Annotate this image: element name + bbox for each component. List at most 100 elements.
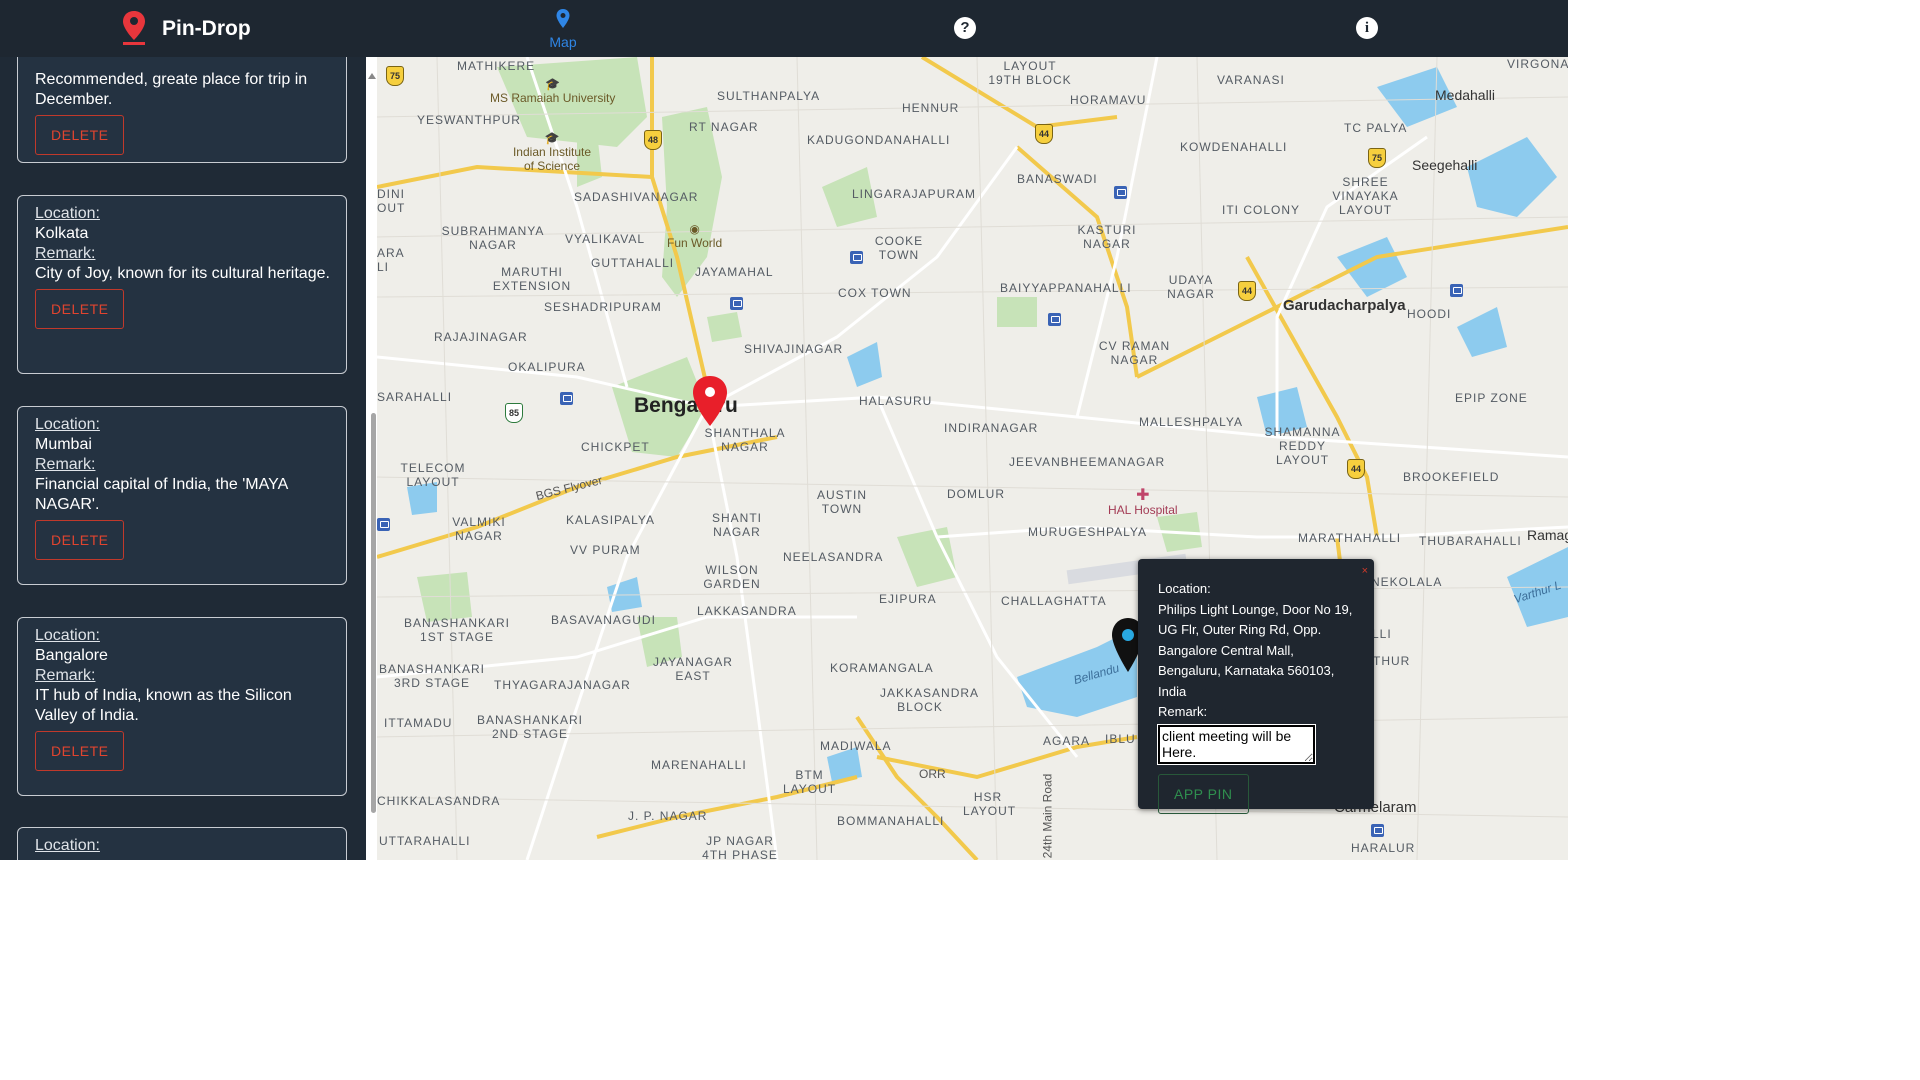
map-label: BANASHANKARI 2ND STAGE (476, 713, 584, 741)
top-navbar: Pin-Drop Map ? i (0, 0, 1568, 57)
nav-map-tab[interactable]: Map (540, 8, 586, 50)
sidebar-scrollbar-thumb[interactable] (371, 413, 376, 813)
map-label: JEEVANBHEEMANAGAR (1009, 455, 1166, 469)
pin-location-value: Bangalore (35, 647, 108, 664)
pin-card: Location: Mumbai Remark: Financial capit… (17, 406, 347, 585)
map-label: BASAVANAGUDI (551, 613, 656, 627)
graduation-cap-icon: 🎓 (545, 77, 561, 91)
pin-remark-value: Financial capital of India, the 'MAYA NA… (35, 476, 288, 513)
map-label: UDAYA NAGAR (1167, 273, 1215, 301)
map-label: SHIVAJINAGAR (744, 342, 844, 356)
map-label: CHICKPET (581, 440, 650, 454)
map-label: BANASHANKARI 3RD STAGE (378, 662, 486, 690)
map-label: BOMMANAHALLI (837, 814, 945, 828)
remark-key: Remark: (35, 456, 96, 473)
map-label: BAIYYAPPANAHALLI (1000, 281, 1132, 295)
map-label: SULTHANPALYA (717, 89, 821, 103)
map-label: SHAMANNA REDDY LAYOUT (1264, 425, 1341, 467)
highway-shield-icon: 44 (1238, 281, 1256, 301)
road-label: ORR (919, 767, 946, 781)
map-label: J. P. NAGAR (628, 809, 708, 823)
map-label: CHALLAGHATTA (1001, 594, 1107, 608)
map-label: KALASIPALYA (566, 513, 656, 527)
brand[interactable]: Pin-Drop (120, 10, 251, 48)
remark-input[interactable]: client meeting will be Here. (1157, 723, 1316, 765)
add-pin-popup: × Location: Philips Light Lounge, Door N… (1138, 559, 1374, 814)
delete-button[interactable]: DELETE (35, 731, 125, 771)
map-label: KORAMANGALA (830, 661, 934, 675)
popup-remark-label: Remark: (1158, 704, 1208, 719)
delete-button[interactable]: DELETE (35, 289, 125, 329)
pin-card: Recommended, greate place for trip in De… (17, 57, 347, 163)
metro-station-icon (560, 392, 573, 405)
map-label: MADIWALA (820, 739, 892, 753)
map-label: SUBRAHMANYA NAGAR (441, 224, 545, 252)
map-label: EJIPURA (879, 592, 937, 606)
attraction-icon: ◉ (689, 222, 700, 236)
map-canvas[interactable]: MATHIKERE SULTHANPALYA LAYOUT 19TH BLOCK… (377, 57, 1568, 860)
map-label: VARANASI (1217, 73, 1285, 87)
delete-button[interactable]: DELETE (35, 115, 125, 155)
map-label: MARENAHALLI (651, 758, 747, 772)
map-label: AUSTIN TOWN (816, 488, 867, 516)
pin-list-sidebar[interactable]: Recommended, greate place for trip in De… (0, 57, 366, 860)
map-label: LAKKASANDRA (697, 604, 797, 618)
map-label: BANASWADI (1017, 172, 1098, 186)
pin-card: Location: Bangalore Remark: IT hub of In… (17, 617, 347, 796)
road-label: 24th Main Road (1040, 773, 1055, 859)
pin-card: Location: (17, 827, 347, 860)
map-label: ITI COLONY (1222, 203, 1301, 217)
add-pin-button[interactable]: APP PIN (1158, 773, 1249, 814)
question-icon[interactable]: ? (954, 17, 976, 39)
map-label: MALLESHPALYA (1139, 415, 1244, 429)
map-label: VALMIKI NAGAR (452, 515, 506, 543)
town-label: Garudacharpalya (1283, 297, 1406, 314)
map-label: OKALIPURA (508, 360, 586, 374)
pin-remark-value: Recommended, greate place for trip in De… (35, 71, 308, 108)
map-label: SARAHALLI (377, 390, 453, 404)
remark-key: Remark: (35, 245, 96, 262)
delete-button[interactable]: DELETE (35, 520, 125, 560)
map-label: LLI (1372, 627, 1392, 641)
info-icon[interactable]: i (1356, 17, 1378, 39)
map-pin-icon (555, 9, 571, 33)
pin-location-value: Mumbai (35, 436, 92, 453)
scroll-up-arrow-icon[interactable] (368, 73, 376, 79)
highway-shield-icon: 48 (644, 130, 662, 150)
map-label: LINGARAJAPURAM (852, 187, 977, 201)
map-label: DINI OUT (377, 187, 406, 215)
map-label: HARALUR (1351, 841, 1416, 855)
location-key: Location: (35, 837, 100, 854)
highway-shield-icon: 75 (1368, 148, 1386, 168)
map-label: JAYAMAHAL (695, 265, 774, 279)
brand-title: Pin-Drop (162, 17, 251, 40)
map-label: KOWDENAHALLI (1180, 140, 1288, 154)
metro-station-icon (730, 297, 743, 310)
map-label: IBLU (1105, 732, 1136, 746)
map-label: TC PALYA (1344, 121, 1408, 135)
map-label: CHIKKALASANDRA (377, 794, 501, 808)
pin-card: Location: Kolkata Remark: City of Joy, k… (17, 195, 347, 374)
poi-label: 🎓 Indian Institute of Science (512, 131, 592, 173)
map-label: JAYANAGAR EAST (653, 655, 733, 683)
highway-shield-icon: 44 (1347, 459, 1365, 479)
map-label: HALASURU (859, 394, 933, 408)
map-label: ITTAMADU (384, 716, 453, 730)
metro-station-icon (1114, 186, 1127, 199)
map-label: JAKKASANDRA BLOCK (880, 686, 980, 714)
map-label: HSR LAYOUT (963, 790, 1017, 818)
hospital-icon: ✚ (1136, 487, 1150, 504)
location-pin-icon (120, 9, 148, 50)
location-key: Location: (35, 416, 100, 433)
map-label: SHREE VINAYAKA LAYOUT (1332, 175, 1399, 217)
map-label: VYALIKAVAL (565, 232, 646, 246)
map-label: SHANTHALA NAGAR (704, 426, 786, 454)
poi-name: Indian Institute of Science (512, 145, 592, 173)
map-label: MATHIKERE (457, 59, 536, 73)
close-icon[interactable]: × (1362, 561, 1368, 582)
map-label: JP NAGAR 4TH PHASE (702, 834, 778, 860)
nav-map-label: Map (549, 34, 577, 50)
map-label: VV PURAM (570, 543, 641, 557)
location-key: Location: (35, 205, 100, 222)
pin-location-value: Kolkata (35, 225, 89, 242)
